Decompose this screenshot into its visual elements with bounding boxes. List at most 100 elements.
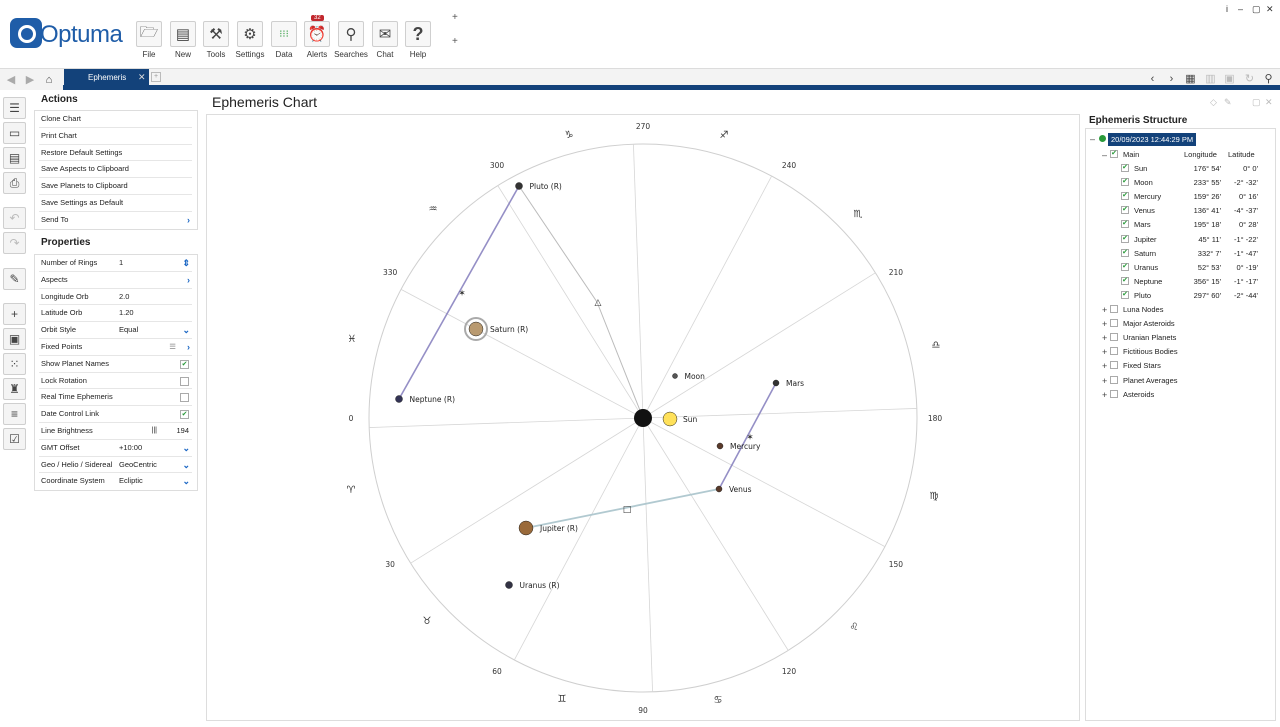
expand-group-icon[interactable]: +: [1102, 376, 1107, 385]
body-checkbox[interactable]: ✔: [1121, 234, 1129, 243]
graduate-icon[interactable]: ♜: [3, 378, 26, 400]
expand-group-icon[interactable]: +: [1102, 390, 1107, 399]
body-checkbox[interactable]: ✔: [1121, 248, 1129, 257]
planet-marker[interactable]: [468, 321, 484, 337]
close-tab-icon[interactable]: ✕: [138, 69, 146, 86]
expand-group-icon[interactable]: +: [1102, 362, 1107, 371]
property-row[interactable]: Number of Rings 1 ⇕: [39, 255, 192, 272]
checklist-icon[interactable]: ☑: [3, 428, 26, 450]
list-icon[interactable]: ☰: [169, 339, 176, 355]
property-value[interactable]: 1.20: [119, 305, 134, 321]
action-item[interactable]: Save Aspects to Clipboard: [39, 161, 192, 179]
property-row[interactable]: Orbit Style Equal ⌄: [39, 322, 192, 339]
group-checkbox[interactable]: [1110, 375, 1118, 384]
grid-dots-icon[interactable]: ⁙: [3, 353, 26, 375]
body-checkbox[interactable]: ✔: [1121, 220, 1129, 229]
outline-icon[interactable]: ☰: [3, 97, 26, 119]
save-icon[interactable]: ▤: [3, 147, 26, 169]
date-node[interactable]: 20/09/2023 12:44:29 PM: [1108, 133, 1197, 146]
body-checkbox[interactable]: ✔: [1121, 276, 1129, 285]
collapse-date-icon[interactable]: –: [1090, 135, 1095, 144]
ribbon-add-button[interactable]: +: [452, 12, 458, 23]
expand-group-icon[interactable]: +: [1102, 348, 1107, 357]
property-value[interactable]: Equal: [119, 322, 138, 338]
tab-ephemeris[interactable]: Ephemeris ✕: [64, 69, 149, 86]
group-checkbox[interactable]: [1110, 333, 1118, 342]
property-value[interactable]: 2.0: [119, 289, 129, 305]
chevron-down-icon[interactable]: ⌄: [182, 457, 190, 473]
ephemeris-chart[interactable]: 0 30 60 90 120 150 180 210 240 270 300 330 ♑ ♐ ♏ ♎ ♍ ♌ ♋ ♊ ♉…: [206, 114, 1080, 721]
home-icon[interactable]: ⌂: [41, 72, 57, 88]
body-checkbox[interactable]: ✔: [1121, 192, 1129, 201]
action-item[interactable]: Print Chart: [39, 128, 192, 145]
refresh-icon[interactable]: ↻: [1241, 71, 1258, 88]
action-item[interactable]: Save Settings as Default: [39, 195, 192, 212]
wrench-icon[interactable]: ✎: [3, 268, 26, 290]
chart-restore-icon[interactable]: ▢: [1252, 97, 1261, 108]
body-checkbox[interactable]: ✔: [1121, 206, 1129, 215]
expand-group-icon[interactable]: +: [1102, 306, 1107, 315]
property-row[interactable]: Fixed Points ☰ ›: [39, 339, 192, 356]
property-value[interactable]: +10:00: [119, 440, 142, 456]
prev-icon[interactable]: ‹: [1144, 71, 1161, 88]
chevron-down-icon[interactable]: ⌄: [182, 473, 190, 489]
group-checkbox[interactable]: [1110, 361, 1118, 370]
redo-icon[interactable]: ↷: [3, 232, 26, 254]
planet-marker[interactable]: [772, 379, 780, 387]
property-row[interactable]: Longitude Orb 2.0: [39, 289, 192, 306]
planet-marker[interactable]: [518, 520, 534, 536]
property-checkbox[interactable]: ✔: [180, 359, 189, 369]
chevron-down-icon[interactable]: ⌄: [182, 440, 190, 456]
property-checkbox[interactable]: [180, 393, 189, 403]
planet-marker[interactable]: [515, 182, 523, 190]
lock-icon[interactable]: ▣: [3, 328, 26, 350]
collapse-main-icon[interactable]: –: [1102, 151, 1107, 160]
new-tab-button[interactable]: +: [151, 72, 161, 82]
search-icon[interactable]: ⚲: [1260, 71, 1277, 88]
layout-icon[interactable]: ▦: [1182, 71, 1199, 88]
property-value[interactable]: 194: [176, 423, 189, 439]
close-window-button[interactable]: ✕: [1266, 4, 1274, 15]
body-checkbox[interactable]: ✔: [1121, 178, 1129, 187]
chart-diamond-icon[interactable]: ◇: [1210, 97, 1217, 108]
main-checkbox[interactable]: ✔: [1110, 150, 1118, 158]
property-row[interactable]: Lock Rotation: [39, 373, 192, 390]
property-checkbox[interactable]: ✔: [180, 410, 189, 420]
property-value[interactable]: Ecliptic: [119, 473, 143, 489]
group-checkbox[interactable]: [1110, 305, 1118, 313]
property-row[interactable]: Coordinate System Ecliptic ⌄: [39, 473, 192, 490]
ribbon-add-button-2[interactable]: +: [452, 36, 458, 47]
grid-icon[interactable]: ▥: [1202, 71, 1219, 88]
action-item[interactable]: Restore Default Settings: [39, 145, 192, 162]
property-row[interactable]: Date Control Link ✔: [39, 406, 192, 423]
property-row[interactable]: Latitude Orb 1.20: [39, 305, 192, 323]
maximize-button[interactable]: ▢: [1252, 4, 1261, 15]
chevron-right-icon[interactable]: ›: [187, 339, 190, 355]
body-checkbox[interactable]: ✔: [1121, 164, 1129, 172]
ribbon-help-button[interactable]: ? Help: [404, 21, 432, 63]
chevron-right-icon[interactable]: ›: [187, 272, 190, 288]
property-row[interactable]: Line Brightness ||| 194: [39, 423, 192, 440]
spinner-icon[interactable]: ⇕: [182, 255, 190, 271]
planet-marker[interactable]: [662, 411, 678, 427]
planet-marker[interactable]: [672, 373, 678, 379]
picture-icon[interactable]: ▣: [1221, 71, 1238, 88]
crosshair-icon[interactable]: +: [3, 303, 26, 325]
property-checkbox[interactable]: [180, 376, 189, 386]
action-item[interactable]: Save Planets to Clipboard: [39, 178, 192, 195]
planet-marker[interactable]: [716, 442, 724, 450]
property-row[interactable]: Aspects ›: [39, 272, 192, 289]
planet-marker[interactable]: [395, 395, 403, 403]
property-row[interactable]: Show Planet Names ✔: [39, 356, 192, 373]
slider-icon[interactable]: |||: [152, 423, 157, 439]
forward-arrow-icon[interactable]: ▶: [22, 72, 38, 88]
info-icon[interactable]: i: [1226, 4, 1228, 14]
undo-icon[interactable]: ↶: [3, 207, 26, 229]
next-icon[interactable]: ›: [1163, 71, 1180, 88]
action-item[interactable]: Clone Chart: [39, 111, 192, 128]
property-value[interactable]: GeoCentric: [119, 457, 157, 473]
group-checkbox[interactable]: [1110, 319, 1118, 328]
property-row[interactable]: Geo / Helio / Sidereal GeoCentric ⌄: [39, 457, 192, 474]
expand-group-icon[interactable]: +: [1102, 334, 1107, 343]
planet-marker[interactable]: [505, 581, 513, 589]
